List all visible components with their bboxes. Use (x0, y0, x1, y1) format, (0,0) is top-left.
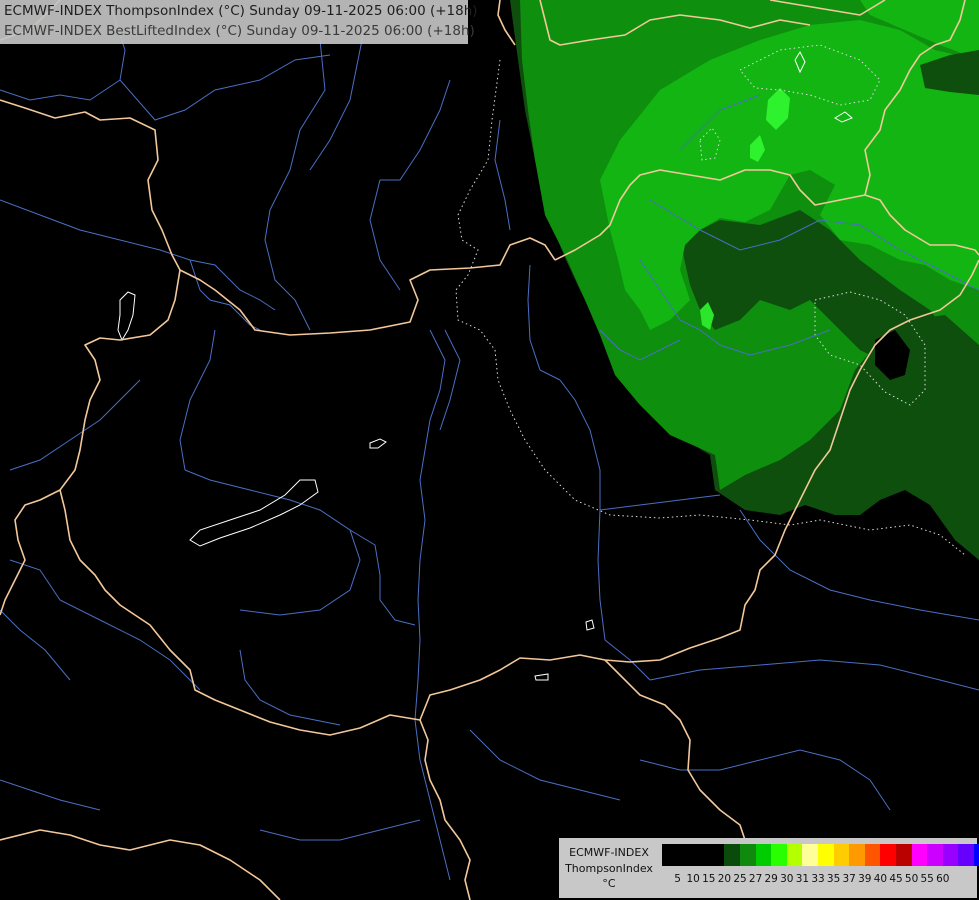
legend-swatch (708, 844, 725, 866)
legend-tick-label: 39 (858, 873, 872, 885)
color-legend: ECMWF-INDEX ThompsonIndex °C 5 10 15 20 25 27… (559, 838, 979, 898)
legend-title-index: ThompsonIndex (565, 862, 653, 875)
legend-tick-label: 33 (811, 873, 825, 885)
legend-tick-label: 40 (873, 873, 888, 885)
legend-swatch (662, 844, 678, 866)
legend-tick-label: 25 (733, 873, 747, 885)
legend-tick-label: 45 (889, 873, 903, 885)
legend-swatch (724, 844, 740, 866)
map-title-box: ECMWF-INDEX ThompsonIndex (°C) Sunday 09… (0, 0, 478, 44)
legend-swatch (927, 844, 943, 866)
legend-swatch (693, 844, 709, 866)
legend-swatch (911, 844, 928, 866)
legend-tick-label: 37 (842, 873, 856, 885)
legend-tick-label: 50 (904, 873, 919, 885)
legend-unit: °C (602, 877, 616, 890)
legend-tick-label: 20 (717, 873, 732, 885)
legend-tick-label: 31 (795, 873, 810, 885)
legend-swatch (880, 844, 896, 866)
legend-swatches (662, 844, 979, 866)
legend-tick-label: 5 (674, 873, 681, 885)
legend-swatch (771, 844, 787, 866)
legend-title-model: ECMWF-INDEX (569, 846, 649, 859)
legend-swatch (942, 844, 959, 866)
legend-swatch (677, 844, 694, 866)
legend-swatch (973, 844, 979, 866)
legend-tick-label: 29 (764, 873, 778, 885)
legend-swatch (833, 844, 850, 866)
title-secondary: ECMWF-INDEX BestLiftedIndex (°C) Sunday … (4, 23, 475, 39)
legend-swatch (864, 844, 881, 866)
legend-swatch (895, 844, 912, 866)
legend-swatch (739, 844, 756, 866)
legend-swatch (755, 844, 772, 866)
legend-tick-label: 27 (748, 873, 763, 885)
legend-swatch (849, 844, 865, 866)
legend-tick-label: 15 (702, 873, 716, 885)
legend-tick-label: 10 (686, 873, 700, 885)
legend-tick-label: 60 (936, 873, 950, 885)
legend-tick-label: 35 (826, 873, 841, 885)
legend-swatch (958, 844, 974, 866)
legend-swatch (817, 844, 834, 866)
legend-swatch (786, 844, 803, 866)
legend-tick-label: 30 (780, 873, 794, 885)
legend-tick-label: 55 (920, 873, 934, 885)
legend-swatch (802, 844, 818, 866)
title-primary: ECMWF-INDEX ThompsonIndex (°C) Sunday 09… (4, 3, 478, 19)
weather-map (0, 0, 979, 900)
